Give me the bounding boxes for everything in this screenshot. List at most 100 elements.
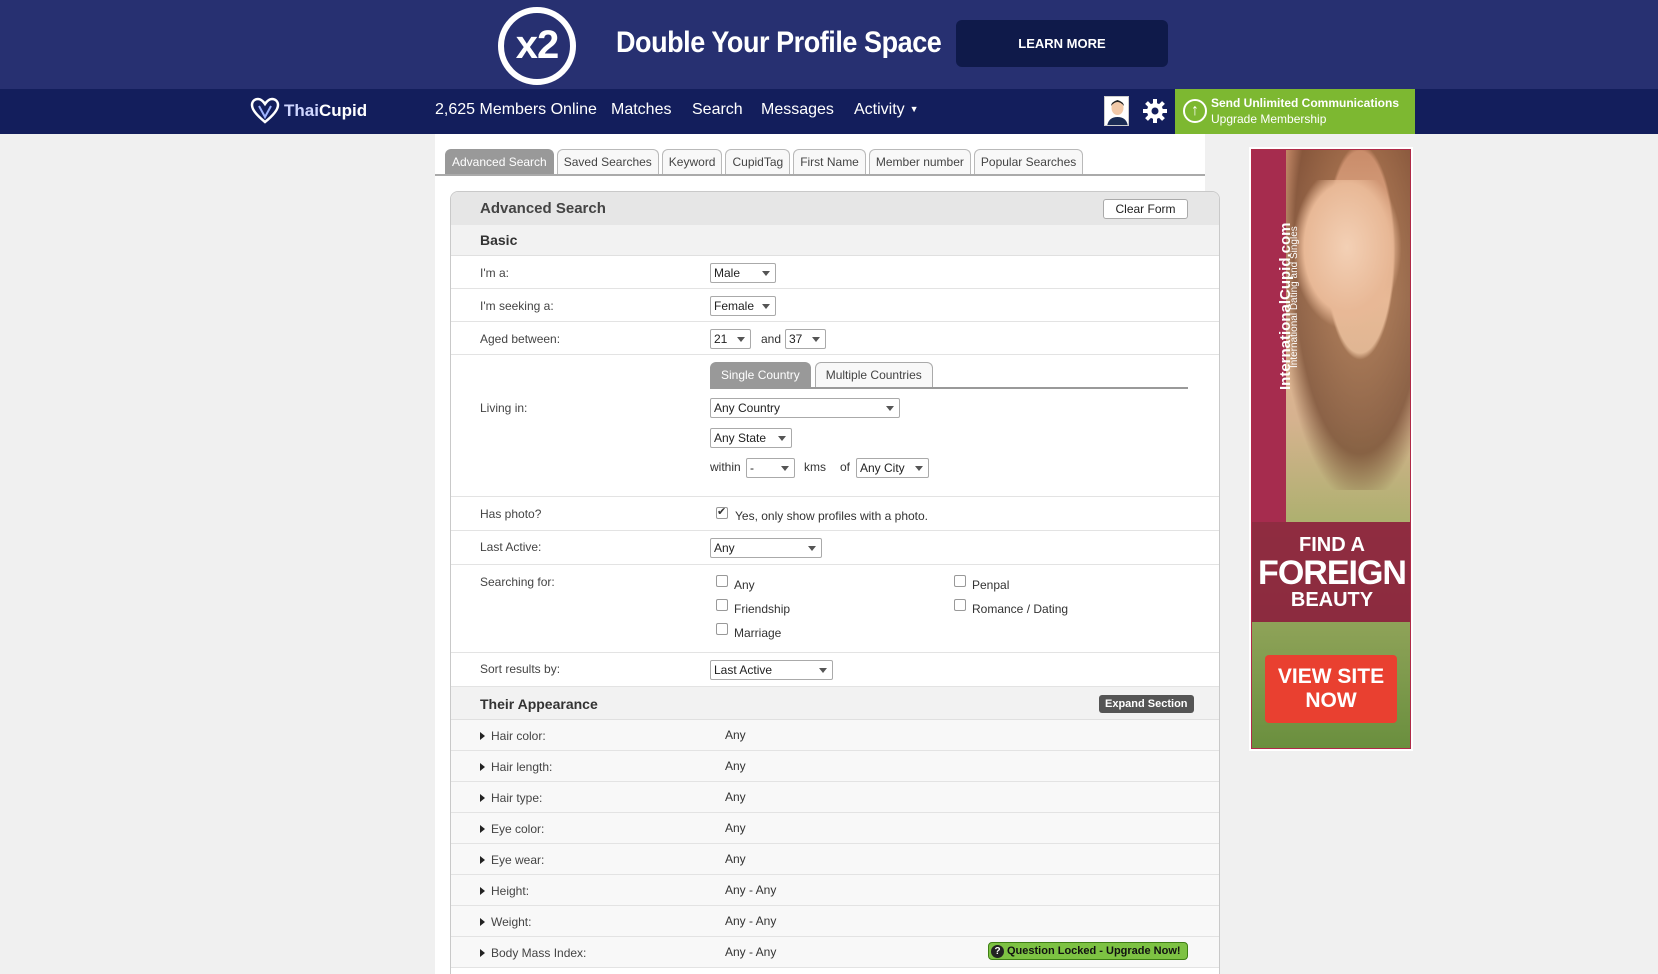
height-value: Any - Any bbox=[725, 883, 777, 897]
tab-single-country[interactable]: Single Country bbox=[710, 362, 811, 387]
searching-romance-checkbox[interactable] bbox=[954, 599, 966, 611]
logo-text-cupid: Cupid bbox=[318, 101, 368, 120]
tab-keyword[interactable]: Keyword bbox=[661, 149, 723, 174]
seeking-select[interactable]: Female bbox=[710, 296, 776, 316]
im-a-select[interactable]: Male bbox=[710, 263, 776, 283]
row-seeking: I'm seeking a: Female bbox=[451, 289, 1219, 322]
living-label: Living in: bbox=[480, 401, 528, 415]
ad-photo-face bbox=[1292, 180, 1402, 330]
caret-right-icon bbox=[480, 918, 485, 926]
row-eye-wear[interactable]: Eye wear: Any bbox=[451, 844, 1219, 875]
searching-penpal-checkbox[interactable] bbox=[954, 575, 966, 587]
logo[interactable]: ThaiCupid bbox=[250, 97, 367, 125]
tab-cupidtag[interactable]: CupidTag bbox=[725, 149, 791, 174]
nav-search[interactable]: Search bbox=[692, 101, 743, 119]
country-select[interactable]: Any Country bbox=[710, 398, 900, 418]
gear-icon[interactable] bbox=[1142, 98, 1168, 124]
clear-form-button[interactable]: Clear Form bbox=[1103, 199, 1188, 219]
sort-label: Sort results by: bbox=[480, 662, 561, 676]
state-select[interactable]: Any State bbox=[710, 428, 792, 448]
caret-right-icon bbox=[480, 887, 485, 895]
row-weight[interactable]: Weight: Any - Any bbox=[451, 906, 1219, 937]
tab-first-name[interactable]: First Name bbox=[793, 149, 866, 174]
aged-label: Aged between: bbox=[480, 332, 561, 346]
expand-section-button[interactable]: Expand Section bbox=[1099, 695, 1194, 713]
tabs-divider bbox=[435, 174, 1205, 176]
has-photo-checkbox[interactable] bbox=[716, 505, 728, 519]
user-avatar-icon bbox=[1105, 97, 1128, 125]
ad-image: InternationalCupid.com International Dat… bbox=[1251, 149, 1411, 749]
question-locked-text: Question Locked - Upgrade Now! bbox=[1007, 945, 1181, 957]
upgrade-line1: Send Unlimited Communications bbox=[1211, 96, 1400, 110]
caret-right-icon bbox=[480, 732, 485, 740]
tab-saved-searches[interactable]: Saved Searches bbox=[556, 149, 659, 174]
chevron-down-icon: ▼ bbox=[909, 104, 919, 114]
searching-label: Searching for: bbox=[480, 575, 555, 589]
row-hair-length[interactable]: Hair length: Any bbox=[451, 751, 1219, 782]
question-locked-badge[interactable]: ? Question Locked - Upgrade Now! bbox=[988, 942, 1188, 960]
searching-marriage-checkbox[interactable] bbox=[716, 623, 728, 635]
eye-wear-value: Any bbox=[725, 852, 746, 866]
last-active-select[interactable]: Any bbox=[710, 538, 822, 558]
searching-friendship-checkbox[interactable] bbox=[716, 599, 728, 611]
members-online-link[interactable]: 2,625 Members Online bbox=[435, 101, 597, 119]
caret-right-icon bbox=[480, 825, 485, 833]
row-hair-color[interactable]: Hair color: Any bbox=[451, 720, 1219, 751]
ad-line2: FOREIGN bbox=[1258, 554, 1407, 592]
age-min-select[interactable]: 21 bbox=[710, 329, 751, 349]
eye-color-text: Eye color: bbox=[491, 822, 545, 836]
eye-color-label: Eye color: bbox=[480, 822, 544, 836]
sort-select[interactable]: Last Active bbox=[710, 660, 833, 680]
nav-activity[interactable]: Activity ▼ bbox=[854, 101, 919, 119]
side-ad[interactable]: InternationalCupid.com International Dat… bbox=[1249, 147, 1413, 751]
last-active-label: Last Active: bbox=[480, 540, 542, 554]
within-text: within bbox=[710, 460, 741, 474]
eye-wear-label: Eye wear: bbox=[480, 853, 544, 867]
caret-right-icon bbox=[480, 856, 485, 864]
section-basic-title: Basic bbox=[480, 232, 518, 248]
learn-more-button[interactable]: LEARN MORE bbox=[956, 20, 1168, 67]
upgrade-membership-button[interactable]: ↑ Send Unlimited Communications Upgrade … bbox=[1175, 89, 1415, 134]
tab-advanced-search[interactable]: Advanced Search bbox=[445, 149, 554, 174]
tab-popular-searches[interactable]: Popular Searches bbox=[973, 149, 1084, 174]
hair-length-text: Hair length: bbox=[491, 760, 553, 774]
ad-line3: BEAUTY bbox=[1290, 589, 1374, 611]
bmi-value: Any - Any bbox=[725, 945, 777, 959]
view-site-now-button[interactable]: VIEW SITE NOW bbox=[1265, 655, 1397, 723]
question-icon: ? bbox=[991, 945, 1004, 958]
distance-select[interactable]: - bbox=[746, 458, 795, 478]
weight-value: Any - Any bbox=[725, 914, 777, 928]
section-appearance-title: Their Appearance bbox=[480, 696, 598, 712]
top-banner-ad[interactable]: x2 Double Your Profile Space LEARN MORE bbox=[0, 0, 1658, 89]
searching-penpal-label: Penpal bbox=[972, 578, 1010, 592]
arrow-up-icon: ↑ bbox=[1183, 99, 1207, 123]
hair-color-value: Any bbox=[725, 728, 746, 742]
city-select[interactable]: Any City bbox=[856, 458, 929, 478]
ad-site-subtitle: International Dating and Singles bbox=[1289, 226, 1300, 368]
row-hair-type[interactable]: Hair type: Any bbox=[451, 782, 1219, 813]
row-eye-color[interactable]: Eye color: Any bbox=[451, 813, 1219, 844]
hair-color-text: Hair color: bbox=[491, 729, 546, 743]
has-photo-label: Has photo? bbox=[480, 507, 542, 521]
caret-right-icon bbox=[480, 949, 485, 957]
seeking-label: I'm seeking a: bbox=[480, 299, 554, 313]
heart-logo-icon bbox=[250, 97, 280, 124]
row-searching-for: Searching for: Any Penpal Friendship Rom… bbox=[451, 565, 1219, 653]
nav-activity-label: Activity bbox=[854, 101, 905, 118]
tab-member-number[interactable]: Member number bbox=[868, 149, 971, 174]
tab-multiple-countries[interactable]: Multiple Countries bbox=[814, 362, 933, 387]
row-height[interactable]: Height: Any - Any bbox=[451, 875, 1219, 906]
panel-header: Advanced Search Clear Form bbox=[451, 192, 1219, 225]
and-text: and bbox=[761, 332, 782, 346]
hair-color-label: Hair color: bbox=[480, 729, 546, 743]
nav-matches[interactable]: Matches bbox=[611, 101, 671, 119]
of-text: of bbox=[840, 460, 851, 474]
avatar[interactable] bbox=[1104, 96, 1129, 126]
hair-length-label: Hair length: bbox=[480, 760, 552, 774]
row-body-mass-index[interactable]: Body Mass Index: Any - Any ? Question Loc… bbox=[451, 937, 1219, 968]
hair-type-text: Hair type: bbox=[491, 791, 543, 805]
advanced-search-panel: Advanced Search Clear Form Basic I'm a: … bbox=[450, 191, 1220, 974]
nav-messages[interactable]: Messages bbox=[761, 101, 834, 119]
age-max-select[interactable]: 37 bbox=[785, 329, 826, 349]
searching-any-checkbox[interactable] bbox=[716, 575, 728, 587]
